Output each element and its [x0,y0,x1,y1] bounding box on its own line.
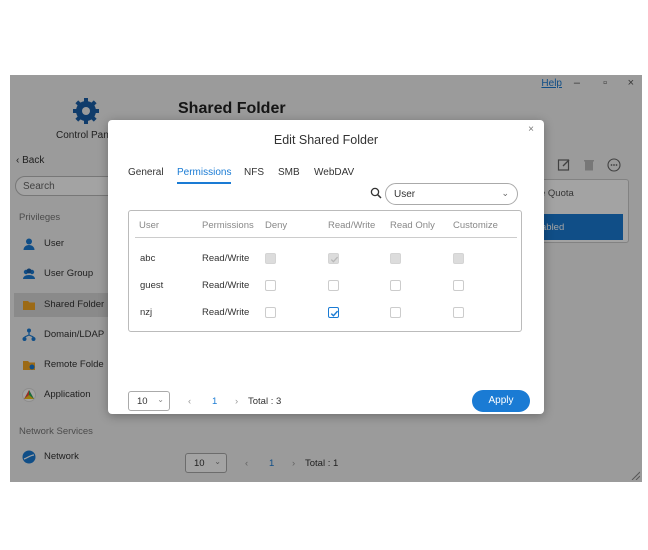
column-header-customize: Customize [453,220,498,231]
tab-nfs[interactable]: NFS [244,167,264,178]
read-write-checkbox[interactable] [328,307,339,318]
check-icon [330,310,339,317]
deny-checkbox [265,253,276,264]
row-permissions: Read/Write [202,253,250,264]
deny-checkbox[interactable] [265,307,276,318]
edit-shared-folder-dialog: Edit Shared Folder × General Permissions… [108,120,544,414]
column-header-read-only: Read Only [390,220,435,231]
table-header-divider [135,237,517,238]
customize-checkbox[interactable] [453,280,464,291]
row-permissions: Read/Write [202,280,250,291]
dialog-close-button[interactable]: × [528,124,534,135]
row-user: guest [140,280,164,291]
tab-general[interactable]: General [128,167,164,178]
row-user: nzj [140,307,153,318]
read-only-checkbox [390,253,401,264]
active-tab-indicator [177,182,231,184]
prev-page-icon[interactable]: ‹ [188,396,191,407]
page-size-value: 10 [137,396,148,407]
dialog-title: Edit Shared Folder [273,133,379,147]
read-write-checkbox [328,253,339,264]
read-write-checkbox[interactable] [328,280,339,291]
page-number[interactable]: 1 [212,396,217,407]
tab-permissions[interactable]: Permissions [177,167,231,178]
total-count: Total : 3 [248,396,282,407]
search-icon[interactable] [370,187,382,199]
check-icon [330,256,339,263]
tab-webdav[interactable]: WebDAV [314,167,354,178]
customize-checkbox[interactable] [453,307,464,318]
customize-checkbox [453,253,464,264]
column-header-user: User [139,220,160,231]
read-only-checkbox[interactable] [390,280,401,291]
apply-button[interactable]: Apply [472,390,530,412]
user-type-value: User [394,189,416,200]
column-header-read-write: Read/Write [328,220,376,231]
chevron-down-icon: ⌄ [501,188,509,198]
user-type-select[interactable]: User ⌄ [385,183,518,205]
page-size-select[interactable]: 10 ⌄ [128,391,170,411]
read-only-checkbox[interactable] [390,307,401,318]
column-header-permissions: Permissions [202,220,254,231]
next-page-icon[interactable]: › [235,396,238,407]
deny-checkbox[interactable] [265,280,276,291]
row-permissions: Read/Write [202,307,250,318]
column-header-deny: Deny [265,220,288,231]
chevron-down-icon: ⌄ [157,395,164,404]
row-user: abc [140,253,156,264]
tab-smb[interactable]: SMB [278,167,300,178]
